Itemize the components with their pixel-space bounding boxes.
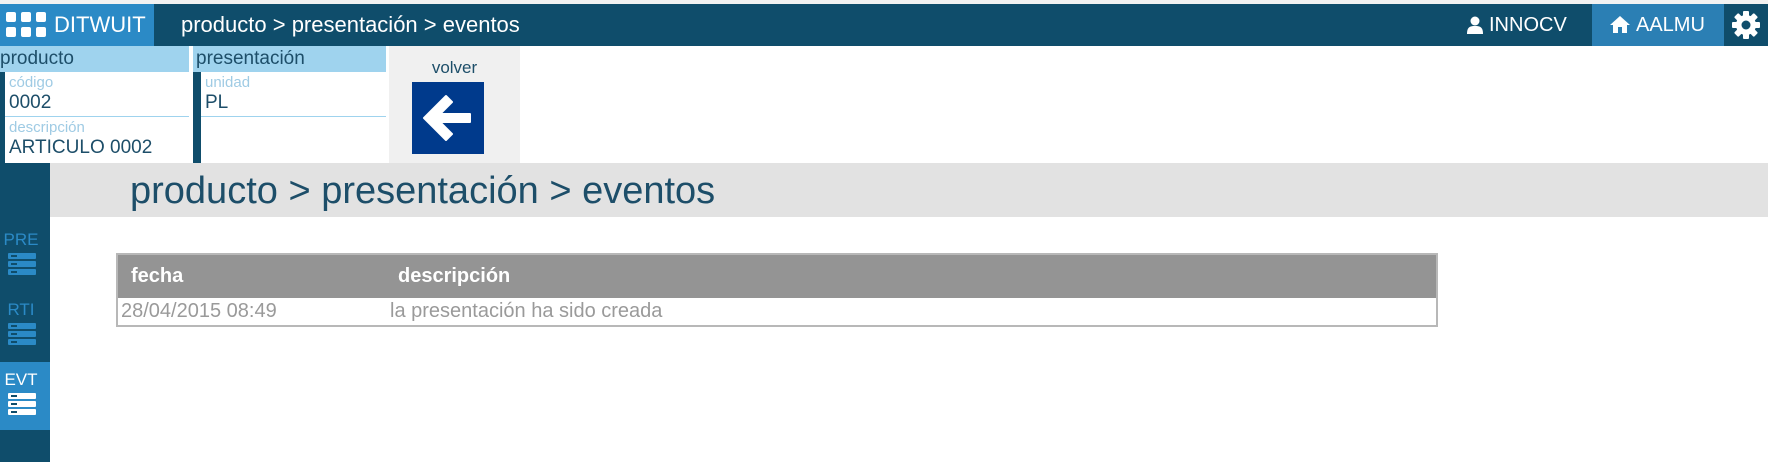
arrow-left-icon — [423, 95, 471, 141]
page-title: producto > presentación > eventos — [130, 170, 716, 212]
codigo-field: código 0002 — [5, 72, 189, 117]
user-button[interactable]: INNOCV — [1455, 4, 1592, 46]
sidebar-item-label: EVT — [4, 370, 38, 389]
unidad-value: PL — [205, 92, 229, 113]
events-table: fecha descripción 28/04/2015 08:49 la pr… — [116, 253, 1438, 327]
cell-descripcion: la presentación ha sido creada — [390, 300, 663, 322]
settings-button[interactable] — [1724, 4, 1768, 46]
sidebar-item-pre[interactable]: PRE — [0, 231, 50, 299]
codigo-label: código — [9, 74, 54, 91]
back-label: volver — [431, 58, 478, 77]
apps-grid-icon — [6, 12, 46, 38]
presentacion-empty-field — [201, 117, 386, 163]
breadcrumb: producto > presentación > eventos — [181, 12, 520, 37]
descripcion-label: descripción — [9, 119, 85, 136]
sidebar-item-label: RTI — [7, 300, 35, 319]
user-label: INNOCV — [1489, 14, 1567, 36]
left-sidebar: PRE RTI EVT — [0, 163, 50, 462]
back-button[interactable] — [412, 82, 484, 154]
home-label: AALMU — [1636, 14, 1705, 36]
brand-name: DITWUIT — [54, 12, 146, 37]
producto-panel-title: producto — [0, 46, 189, 72]
home-button[interactable]: AALMU — [1592, 4, 1724, 46]
table-row[interactable]: 28/04/2015 08:49 la presentación ha sido… — [118, 298, 1436, 325]
descripcion-value: ARTICULO 0002 — [9, 137, 153, 158]
list-icon — [8, 323, 36, 345]
user-icon — [1467, 16, 1483, 34]
unidad-field: unidad PL — [201, 72, 386, 117]
presentacion-panel: presentación unidad PL — [193, 46, 386, 163]
brand-menu-button[interactable]: DITWUIT — [0, 4, 154, 46]
table-header: fecha descripción — [118, 255, 1436, 298]
codigo-value: 0002 — [9, 92, 52, 113]
sidebar-item-evt[interactable]: EVT — [0, 362, 50, 430]
gear-icon — [1732, 11, 1760, 39]
presentacion-panel-title: presentación — [193, 46, 386, 72]
home-icon — [1610, 16, 1630, 33]
cell-fecha: 28/04/2015 08:49 — [121, 300, 277, 322]
sidebar-item-label: PRE — [3, 230, 39, 249]
list-icon — [8, 253, 36, 275]
column-header-descripcion: descripción — [398, 265, 511, 287]
back-panel: volver — [389, 46, 520, 163]
page-title-band: producto > presentación > eventos — [50, 163, 1768, 217]
list-icon — [8, 393, 36, 415]
unidad-label: unidad — [205, 74, 251, 91]
descripcion-field: descripción ARTICULO 0002 — [5, 117, 189, 164]
top-navigation-bar: DITWUIT producto > presentación > evento… — [0, 4, 1768, 46]
column-header-fecha: fecha — [131, 265, 184, 287]
sidebar-item-rti[interactable]: RTI — [0, 301, 50, 369]
producto-panel: producto código 0002 descripción ARTICUL… — [0, 46, 189, 164]
